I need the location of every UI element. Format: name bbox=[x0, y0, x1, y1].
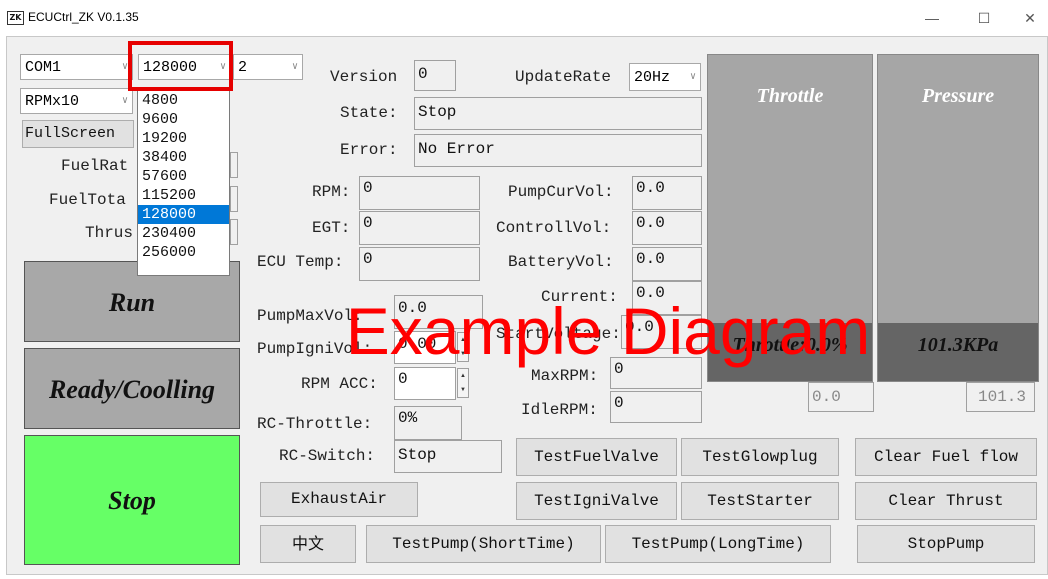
idlerpm-label: IdleRPM: bbox=[521, 401, 598, 419]
chevron-down-icon: ∨ bbox=[121, 96, 128, 107]
rpmacc-field[interactable]: 0 bbox=[394, 367, 456, 400]
idlerpm-field: 0 bbox=[610, 391, 702, 423]
baud-option[interactable]: 19200 bbox=[138, 129, 229, 148]
test-igni-valve-button[interactable]: TestIgniValve bbox=[516, 482, 677, 520]
ecutemp-field: 0 bbox=[359, 247, 480, 281]
close-button[interactable]: ✕ bbox=[1010, 6, 1048, 30]
maxrpm-label: MaxRPM: bbox=[531, 367, 599, 385]
port-select[interactable]: COM1 ∨ bbox=[20, 54, 133, 80]
rcthrottle-label: RC-Throttle: bbox=[257, 415, 373, 433]
egt-label: EGT: bbox=[312, 219, 351, 237]
error-label: Error: bbox=[340, 141, 398, 159]
fuelrate-field bbox=[230, 152, 238, 178]
updaterate-label: UpdateRate bbox=[515, 68, 612, 86]
ecutemp-label: ECU Temp: bbox=[257, 253, 344, 271]
rpm-field: 0 bbox=[359, 176, 480, 210]
error-field: No Error bbox=[414, 134, 702, 167]
watermark-text: Example Diagram bbox=[345, 294, 871, 368]
baud-option[interactable]: 57600 bbox=[138, 167, 229, 186]
chinese-language-button[interactable]: 中文 bbox=[260, 525, 356, 563]
thrust-label: Thrus bbox=[85, 224, 134, 242]
stop-pump-button[interactable]: StopPump bbox=[857, 525, 1035, 563]
pumpcurvol-field: 0.0 bbox=[632, 176, 702, 210]
baud-option[interactable]: 128000 bbox=[138, 205, 229, 224]
app-icon: ZK bbox=[7, 11, 24, 25]
third-select[interactable]: 2 ∨ bbox=[233, 54, 303, 80]
rcswitch-label: RC-Switch: bbox=[279, 447, 376, 465]
updaterate-select[interactable]: 20Hz ∨ bbox=[629, 63, 701, 91]
stop-button[interactable]: Stop bbox=[24, 435, 240, 565]
batteryvol-field: 0.0 bbox=[632, 247, 702, 281]
rpm-label: RPM: bbox=[312, 183, 351, 201]
clear-fuel-flow-button[interactable]: Clear Fuel flow bbox=[855, 438, 1037, 476]
baud-dropdown-list[interactable]: 4800 9600 19200 38400 57600 115200 128000 23040… bbox=[137, 90, 230, 276]
clear-thrust-button[interactable]: Clear Thrust bbox=[855, 482, 1037, 520]
version-field: 0 bbox=[414, 60, 456, 91]
state-field: Stop bbox=[414, 97, 702, 130]
test-fuel-valve-button[interactable]: TestFuelValve bbox=[516, 438, 677, 476]
egt-field: 0 bbox=[359, 211, 480, 245]
chevron-down-icon: ∨ bbox=[291, 62, 298, 73]
batteryvol-label: BatteryVol: bbox=[508, 253, 614, 271]
unit-value: RPMx10 bbox=[25, 93, 80, 110]
throttle-readout: 0.0 bbox=[808, 382, 874, 412]
fueltotal-field bbox=[230, 186, 238, 212]
test-pump-long-button[interactable]: TestPump(LongTime) bbox=[605, 525, 831, 563]
pressure-readout: 101.3 bbox=[966, 382, 1035, 412]
test-pump-short-button[interactable]: TestPump(ShortTime) bbox=[366, 525, 601, 563]
ready-cooling-button[interactable]: Ready/Coolling bbox=[24, 348, 240, 429]
throttle-gauge-title: Throttle bbox=[756, 85, 824, 107]
baud-option[interactable]: 38400 bbox=[138, 148, 229, 167]
state-label: State: bbox=[340, 104, 398, 122]
baud-option[interactable]: 9600 bbox=[138, 110, 229, 129]
rpmacc-label: RPM ACC: bbox=[301, 375, 378, 393]
unit-select[interactable]: RPMx10 ∨ bbox=[20, 88, 133, 114]
window-title: ECUCtrl_ZK V0.1.35 bbox=[28, 10, 139, 24]
thrust-field bbox=[230, 219, 238, 245]
baud-option[interactable]: 4800 bbox=[138, 91, 229, 110]
minimize-button[interactable]: — bbox=[912, 6, 952, 30]
port-value: COM1 bbox=[25, 59, 62, 76]
fuelrate-label: FuelRat bbox=[61, 157, 129, 175]
rcthrottle-field: 0% bbox=[394, 406, 462, 440]
version-label: Version bbox=[330, 68, 398, 86]
test-starter-button[interactable]: TestStarter bbox=[681, 482, 839, 520]
rpmacc-spinner[interactable]: ▲ ▼ bbox=[457, 368, 469, 398]
baud-option[interactable]: 115200 bbox=[138, 186, 229, 205]
fullscreen-button[interactable]: FullScreen bbox=[22, 120, 134, 148]
title-bar: ZK ECUCtrl_ZK V0.1.35 — ☐ ✕ bbox=[0, 0, 1048, 36]
exhaust-air-button[interactable]: ExhaustAir bbox=[260, 482, 418, 517]
updaterate-value: 20Hz bbox=[634, 69, 671, 86]
pressure-gauge-title: Pressure bbox=[921, 85, 995, 107]
third-value: 2 bbox=[238, 59, 248, 76]
fueltotal-label: FuelTota bbox=[49, 191, 126, 209]
maximize-button[interactable]: ☐ bbox=[964, 6, 1004, 30]
controllvol-label: ControllVol: bbox=[496, 219, 612, 237]
baud-option[interactable]: 230400 bbox=[138, 224, 229, 243]
rcswitch-field: Stop bbox=[394, 440, 502, 473]
test-glowplug-button[interactable]: TestGlowplug bbox=[681, 438, 839, 476]
controllvol-field: 0.0 bbox=[632, 211, 702, 245]
highlight-box bbox=[128, 41, 233, 91]
chevron-down-icon: ∨ bbox=[689, 72, 696, 83]
baud-option[interactable]: 256000 bbox=[138, 243, 229, 262]
pumpcurvol-label: PumpCurVol: bbox=[508, 183, 614, 201]
